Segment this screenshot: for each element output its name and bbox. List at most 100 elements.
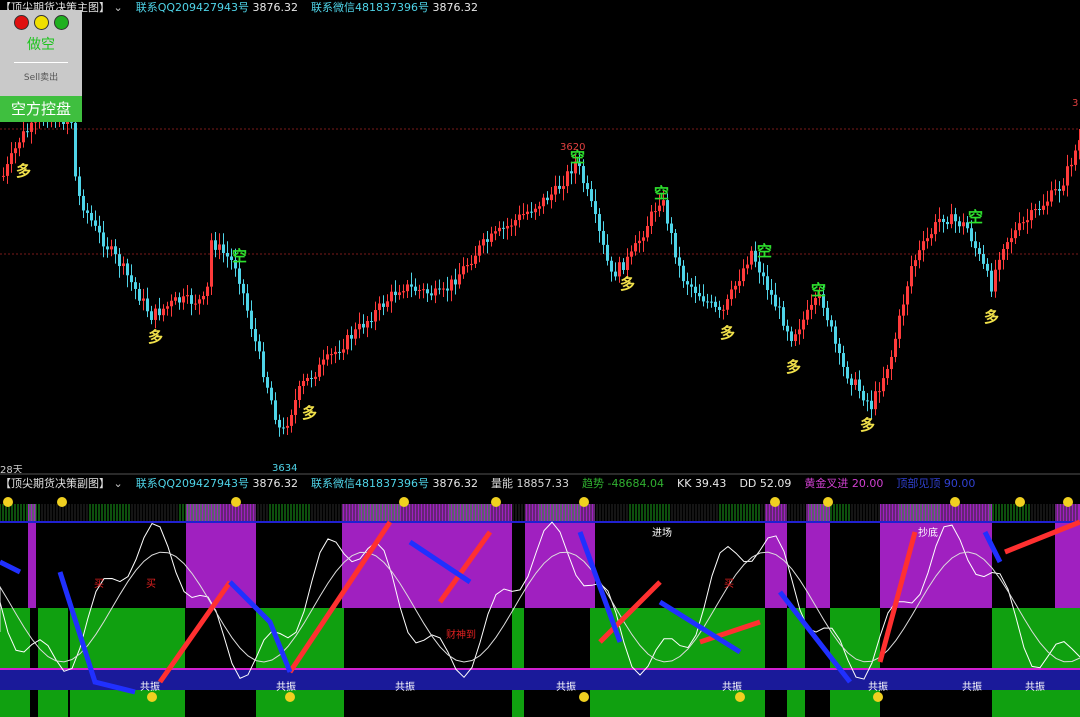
smiley-icon: [399, 497, 409, 507]
candle-body: [1014, 230, 1017, 239]
candle-body: [778, 306, 781, 308]
candle-body: [810, 304, 813, 310]
candle-body: [698, 293, 701, 297]
candle-body: [790, 331, 793, 342]
candle-body: [354, 329, 357, 339]
candle-body: [710, 301, 713, 303]
candle-body: [714, 301, 717, 307]
candle-body: [594, 201, 597, 215]
candle-body: [10, 153, 13, 165]
candle-body: [958, 221, 961, 227]
candle-body: [74, 122, 77, 177]
candle-body: [626, 256, 629, 270]
candle-body: [1054, 189, 1057, 191]
qq-value: 3876.32: [252, 1, 299, 14]
short-signal: 空: [654, 184, 670, 202]
volume-label: 量能: [491, 477, 514, 490]
candles-group: [2, 102, 1080, 437]
candle-body: [214, 240, 217, 250]
red-light-icon: [14, 15, 29, 30]
candle-body: [442, 288, 445, 290]
candle-body: [106, 246, 109, 250]
candle-body: [430, 293, 433, 296]
candle-body: [278, 419, 281, 428]
chevron-down-icon[interactable]: ⌄: [114, 477, 123, 490]
candle-body: [374, 310, 377, 322]
candle-body: [994, 269, 997, 292]
candle-body: [402, 291, 405, 293]
candle-body: [210, 240, 213, 287]
candle-body: [358, 323, 361, 330]
sub-chart-title[interactable]: 【顶尖期货决策副图】: [0, 477, 110, 490]
candle-body: [546, 197, 549, 201]
wechat-label: 联系微信481837396号: [311, 477, 430, 490]
candle-body: [206, 286, 209, 296]
candle-body: [414, 286, 417, 291]
candle-body: [426, 289, 429, 294]
candle-body: [494, 231, 497, 234]
candle-body: [314, 376, 317, 379]
dd-value: 52.09: [759, 477, 792, 490]
candle-body: [486, 239, 489, 242]
candle-body: [462, 266, 465, 275]
smiley-icon: [950, 497, 960, 507]
candle-body: [14, 148, 17, 154]
candle-body: [198, 299, 201, 304]
trend-value: -48684.04: [607, 477, 664, 490]
smiley-icon: [231, 497, 241, 507]
smiley-icon: [285, 692, 295, 702]
candle-body: [1042, 205, 1045, 210]
long-signal: 多: [720, 324, 736, 342]
panel-signal-text: 做空: [27, 37, 55, 53]
candle-body: [470, 263, 473, 266]
resonance-label: 共振: [868, 682, 888, 693]
candle-body: [554, 185, 557, 195]
candle-body: [6, 164, 9, 176]
candle-body: [526, 211, 529, 215]
candle-body: [26, 131, 29, 133]
candle-body: [906, 286, 909, 305]
candle-body: [666, 200, 669, 224]
candle-body: [466, 265, 469, 267]
candle-body: [298, 386, 301, 401]
candle-body: [826, 307, 829, 321]
candle-body: [878, 391, 881, 393]
high-price-label: 3620: [560, 142, 586, 153]
candle-body: [978, 248, 981, 255]
short-signal: 空: [811, 281, 827, 299]
candle-body: [398, 292, 401, 296]
chevron-down-icon[interactable]: ⌄: [114, 1, 123, 14]
candle-body: [842, 353, 845, 367]
candle-body: [646, 225, 649, 238]
candle-body: [342, 349, 345, 353]
candle-body: [114, 246, 117, 255]
chart-divider[interactable]: [0, 473, 1080, 475]
main-candlestick-chart[interactable]: [0, 16, 1080, 474]
signal-panel: 做空 Sell卖出 空方控盘: [0, 10, 82, 122]
candle-body: [118, 254, 121, 267]
resonance-label: 共振: [140, 682, 160, 693]
candle-body: [742, 268, 745, 282]
candle-body: [446, 288, 449, 291]
candle-body: [150, 311, 153, 320]
candle-body: [702, 296, 705, 302]
candle-body: [622, 262, 625, 270]
green-light-icon: [54, 15, 69, 30]
candle-body: [962, 222, 965, 227]
smiley-icon: [57, 497, 67, 507]
candle-body: [738, 281, 741, 286]
candle-body: [530, 211, 533, 213]
candle-body: [782, 307, 785, 326]
candle-body: [350, 335, 353, 339]
candle-body: [330, 354, 333, 356]
candle-body: [566, 171, 569, 187]
long-signal: 多: [16, 162, 32, 180]
candle-body: [170, 300, 173, 307]
candle-body: [658, 205, 661, 212]
candle-body: [490, 233, 493, 242]
resonance-label: 共振: [962, 682, 982, 693]
buy-label: 买: [146, 579, 156, 590]
candle-body: [130, 275, 133, 283]
candle-body: [794, 334, 797, 342]
candle-body: [154, 308, 157, 320]
